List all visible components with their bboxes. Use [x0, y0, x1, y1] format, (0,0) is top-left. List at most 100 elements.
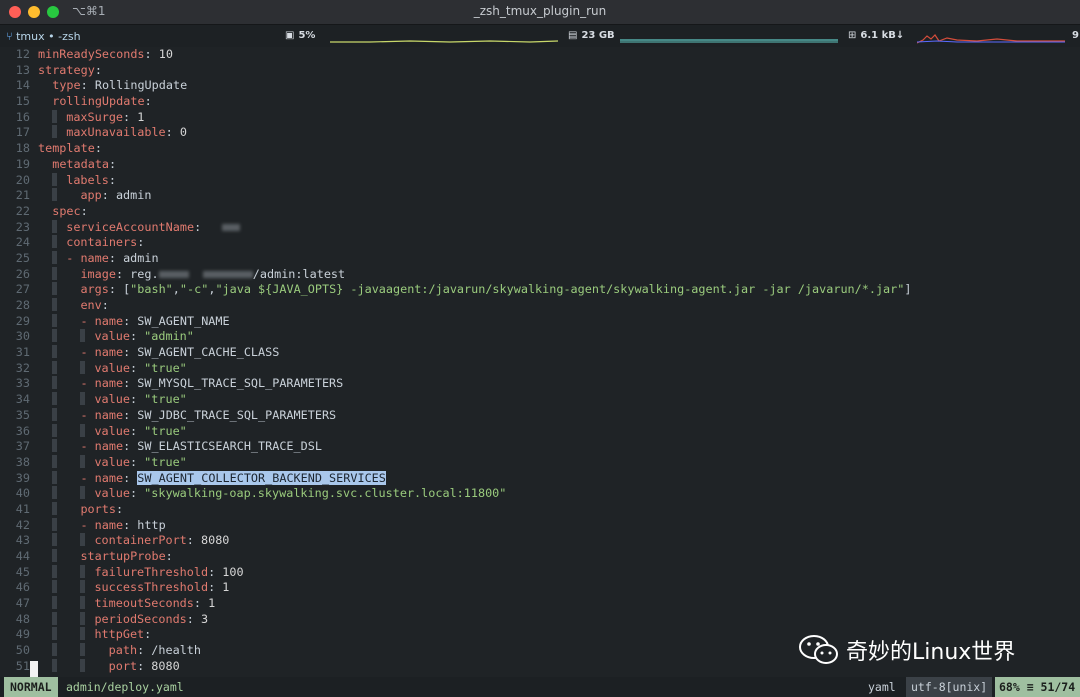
line-number: 12	[15, 47, 30, 61]
network-icon: ⊞	[848, 30, 857, 41]
line-content: maxSurge: 1	[38, 109, 1080, 126]
line-number: 46	[15, 580, 30, 595]
code-line[interactable]: 21 app: admin	[0, 188, 1080, 204]
vim-statusline: NORMAL admin/deploy.yaml yaml utf-8[unix…	[0, 677, 1080, 697]
line-number: 42	[15, 517, 30, 532]
line-content: template:	[38, 141, 102, 156]
code-line[interactable]: 37 - name: SW_ELASTICSEARCH_TRACE_DSL	[0, 439, 1080, 455]
line-content: failureThreshold: 100	[38, 564, 1080, 581]
memory-icon: ▤	[568, 30, 578, 41]
line-number: 19	[15, 156, 30, 171]
code-line[interactable]: 41 ports:	[0, 501, 1080, 518]
code-line[interactable]: 28 env:	[0, 298, 1080, 314]
line-number: 40	[15, 486, 30, 501]
line-number: 24	[15, 235, 30, 250]
code-line[interactable]: 14 type: RollingUpdate	[0, 78, 1080, 94]
line-content: - name: http	[38, 517, 1080, 534]
line-content: spec:	[52, 203, 88, 218]
code-line[interactable]: 15 rollingUpdate:	[0, 94, 1080, 110]
code-line[interactable]: 47 timeoutSeconds: 1	[0, 596, 1080, 612]
code-line[interactable]: 17 maxUnavailable: 0	[0, 125, 1080, 141]
code-line[interactable]: 20 labels:	[0, 172, 1080, 189]
file-type: yaml	[868, 680, 896, 694]
line-number: 29	[15, 313, 30, 328]
code-line[interactable]: 18 template:	[0, 141, 1080, 157]
code-line[interactable]: 44 startupProbe:	[0, 549, 1080, 565]
code-line[interactable]: 43 containerPort: 8080	[0, 533, 1080, 549]
line-content: value: "true"	[38, 423, 1080, 440]
line-content: startupProbe:	[38, 549, 1080, 565]
code-line[interactable]: 27 args: ["bash","-c","java ${JAVA_OPTS}…	[0, 282, 1080, 298]
line-content: rollingUpdate:	[52, 94, 152, 109]
line-number: 17	[15, 125, 30, 140]
line-content: metadata:	[52, 156, 117, 171]
line-number: 28	[15, 298, 30, 312]
code-line[interactable]: 48 periodSeconds: 3	[0, 611, 1080, 628]
line-content: containerPort: 8080	[38, 533, 1080, 549]
line-number: 23	[15, 219, 30, 234]
line-content: - name: SW_AGENT_NAME	[38, 313, 1080, 330]
code-line[interactable]: 22 spec:	[0, 204, 1080, 220]
line-content: env:	[38, 298, 1080, 314]
line-number: 37	[15, 439, 30, 454]
line-content: successThreshold: 1	[38, 580, 1080, 596]
line-content: strategy:	[38, 62, 102, 77]
code-line[interactable]: 13 strategy:	[0, 63, 1080, 79]
line-number: 30	[15, 329, 30, 344]
code-line[interactable]: 25 - name: admin	[0, 250, 1080, 267]
yaml-editor[interactable]: 12 minReadySeconds: 10 13 strategy: 14 type:…	[0, 47, 1080, 677]
code-line[interactable]: 38 value: "true"	[0, 454, 1080, 471]
code-line[interactable]: 40 value: "skywalking-oap.skywalking.svc…	[0, 486, 1080, 502]
line-content: image: reg. /admin:latest	[38, 266, 1080, 283]
code-line[interactable]: 29 - name: SW_AGENT_NAME	[0, 313, 1080, 330]
line-number: 33	[15, 376, 30, 391]
network-metric: ⊞ 6.1 kB↓	[848, 30, 904, 41]
line-content: - name: SW_MYSQL_TRACE_SQL_PARAMETERS	[38, 376, 1080, 392]
code-line[interactable]: 46 successThreshold: 1	[0, 580, 1080, 596]
window-title: _zsh_tmux_plugin_run	[473, 4, 607, 18]
line-number: 47	[15, 596, 30, 611]
tmux-tab[interactable]: ⑂ tmux • -zsh	[6, 30, 81, 43]
line-content: value: "true"	[38, 360, 1080, 377]
code-line[interactable]: 24 containers:	[0, 235, 1080, 251]
memory-metric: ▤ 23 GB	[568, 30, 615, 41]
line-number: 31	[15, 345, 30, 360]
line-number: 44	[15, 549, 30, 563]
branch-icon: ⑂	[6, 30, 17, 43]
code-line[interactable]: 33 - name: SW_MYSQL_TRACE_SQL_PARAMETERS	[0, 376, 1080, 392]
line-content: value: "skywalking-oap.skywalking.svc.cl…	[38, 486, 1080, 502]
line-number: 41	[15, 501, 30, 516]
text-cursor	[30, 661, 38, 677]
line-number: 26	[15, 266, 30, 281]
line-content: periodSeconds: 3	[38, 611, 1080, 628]
line-number: 15	[15, 94, 30, 109]
window-titlebar: ⌥⌘1 _zsh_tmux_plugin_run	[0, 0, 1080, 25]
line-number: 27	[15, 282, 30, 297]
code-line[interactable]: 30 value: "admin"	[0, 329, 1080, 345]
mode-indicator: NORMAL	[4, 677, 58, 697]
code-line[interactable]: 12 minReadySeconds: 10	[0, 47, 1080, 63]
line-number: 32	[15, 360, 30, 375]
tmux-tab-label: tmux • -zsh	[16, 30, 81, 43]
code-line[interactable]: 23 serviceAccountName:	[0, 219, 1080, 236]
file-encoding: utf-8[unix]	[906, 677, 993, 697]
code-line[interactable]: 31 - name: SW_AGENT_CACHE_CLASS	[0, 345, 1080, 361]
code-line[interactable]: 32 value: "true"	[0, 360, 1080, 377]
line-number: 21	[15, 188, 30, 203]
code-line[interactable]: 35 - name: SW_JDBC_TRACE_SQL_PARAMETERS	[0, 407, 1080, 424]
code-line[interactable]: 36 value: "true"	[0, 423, 1080, 440]
line-number: 45	[15, 564, 30, 579]
code-line[interactable]: 39 - name: SW_AGENT_COLLECTOR_BACKEND_SE…	[0, 470, 1080, 487]
cpu-icon: ▣	[285, 30, 295, 41]
code-line[interactable]: 45 failureThreshold: 100	[0, 564, 1080, 581]
line-content: timeoutSeconds: 1	[38, 596, 1080, 612]
line-content: - name: SW_AGENT_CACHE_CLASS	[38, 345, 1080, 361]
code-line[interactable]: 42 - name: http	[0, 517, 1080, 534]
code-line[interactable]: 34 value: "true"	[0, 392, 1080, 408]
code-line[interactable]: 16 maxSurge: 1	[0, 109, 1080, 126]
line-content: serviceAccountName:	[38, 219, 1080, 236]
code-line[interactable]: 26 image: reg. /admin:latest	[0, 266, 1080, 283]
memory-sparkline	[620, 39, 838, 43]
line-content: value: "true"	[38, 454, 1080, 471]
code-line[interactable]: 19 metadata:	[0, 157, 1080, 173]
